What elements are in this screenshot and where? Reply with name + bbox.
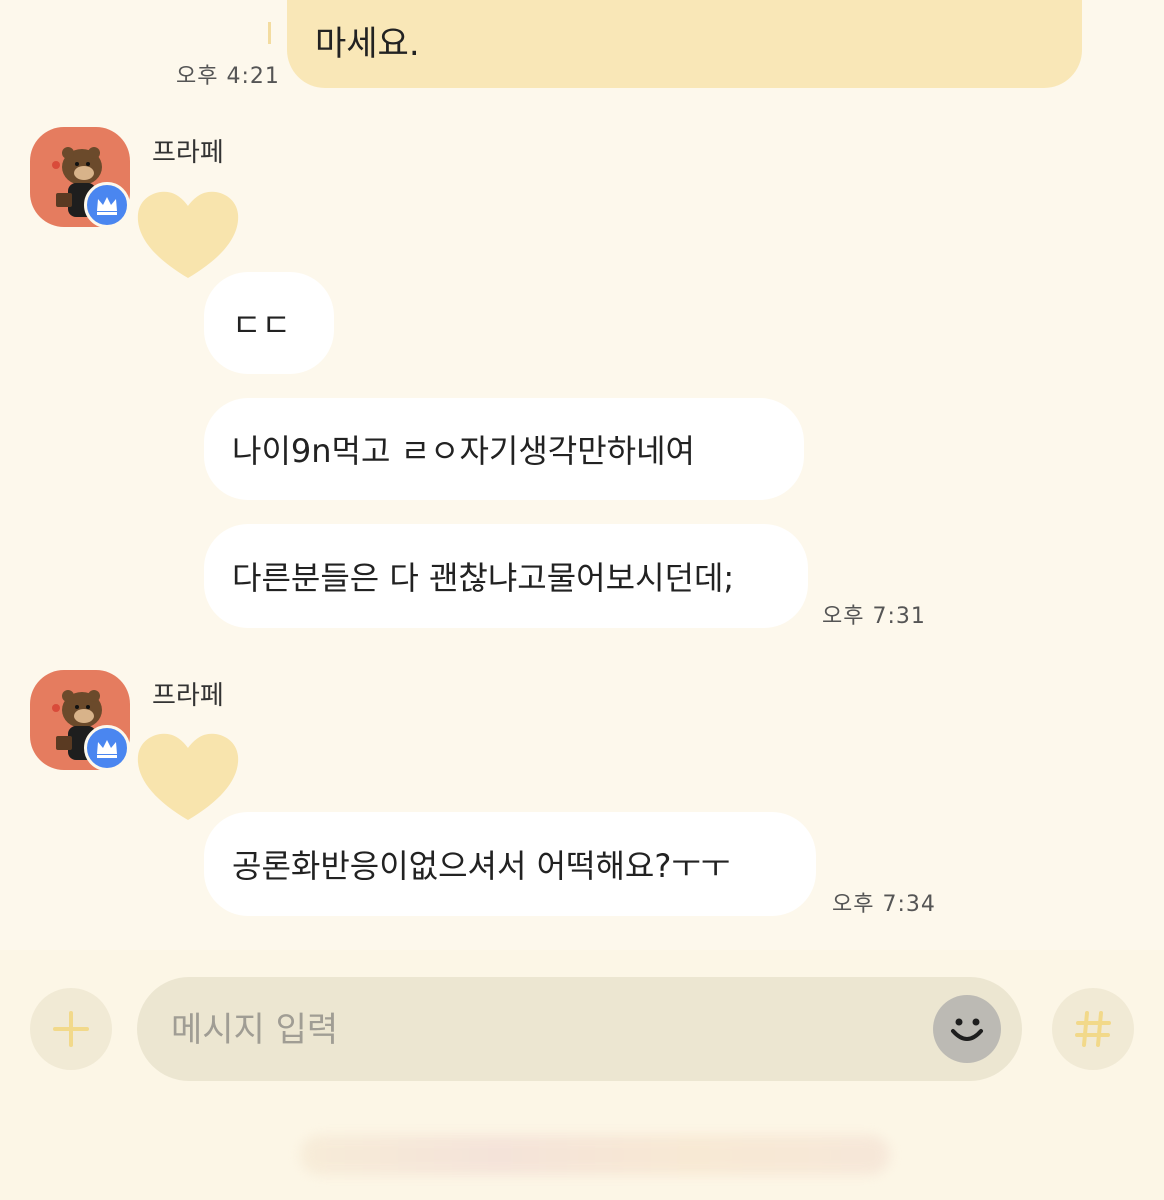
crown-icon [97, 740, 117, 758]
chat-bubble-text: 나이9n먹고 ㄹㅇ자기생각만하네여 [232, 432, 695, 470]
chat-bubble-text: 공론화반응이없으셔서 어떡해요?ㅜㅜ [232, 847, 731, 885]
plus-icon [53, 1011, 89, 1047]
keyboard-blur-strip [300, 1135, 890, 1175]
message-input-wrapper [137, 977, 1022, 1081]
chat-bubble-text: ㄷㄷ [232, 306, 291, 344]
heart-emoticon [137, 733, 239, 820]
heart-emoticon [137, 191, 239, 278]
my-message-bubble[interactable]: 마세요. [287, 0, 1082, 88]
chat-bubble[interactable]: ㄷㄷ [204, 272, 334, 374]
chat-bubble-text: 다른분들은 다 괜찮냐고물어보시던데; [232, 559, 735, 597]
attach-button[interactable] [30, 988, 112, 1070]
my-message-tail [268, 22, 271, 44]
hashtag-icon [1075, 1011, 1111, 1047]
my-message-time: 오후 4:21 [176, 64, 280, 89]
crown-icon [97, 197, 117, 215]
hashtag-button[interactable] [1052, 988, 1134, 1070]
chat-bubble[interactable]: 나이9n먹고 ㄹㅇ자기생각만하네여 [204, 398, 804, 500]
message-time: 오후 7:31 [822, 604, 926, 629]
sender-name: 프라페 [152, 138, 224, 168]
emoji-button[interactable] [933, 995, 1001, 1063]
crown-badge [84, 182, 130, 228]
message-input[interactable] [169, 1003, 913, 1057]
chat-bubble[interactable]: 다른분들은 다 괜찮냐고물어보시던데; [204, 524, 808, 628]
message-time: 오후 7:34 [832, 892, 936, 917]
crown-badge [84, 725, 130, 771]
smiley-icon [951, 1018, 983, 1041]
chat-bubble[interactable]: 공론화반응이없으셔서 어떡해요?ㅜㅜ [204, 812, 816, 916]
sender-name: 프라페 [152, 681, 224, 711]
my-message-text: 마세요. [315, 24, 420, 64]
